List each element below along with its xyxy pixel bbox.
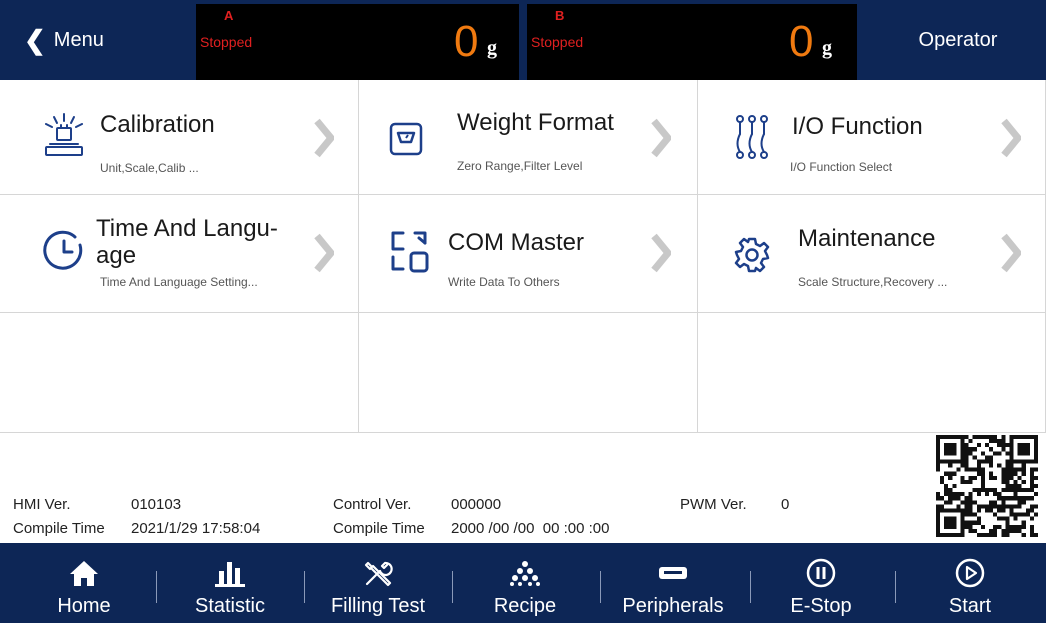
com-master-title: COM Master [448, 229, 585, 256]
calibration-weight-icon [45, 113, 83, 156]
nav-peripherals-label: Peripherals [622, 595, 724, 617]
hmi-compile-label: Compile Time [13, 520, 105, 537]
scale-a-panel: A Stopped 0 g [196, 4, 519, 80]
weight-format-title: Weight Format [457, 109, 614, 136]
com-master-tile[interactable]: COM Master Write Data To Others [359, 195, 698, 313]
time-and-language-title-line1: Time And Langu- [96, 215, 278, 242]
nav-divider [895, 571, 896, 603]
calibration-subtitle: Unit,Scale,Calib ... [100, 161, 199, 175]
nav-divider [600, 571, 601, 603]
io-function-subtitle: I/O Function Select [790, 160, 893, 174]
control-version-label: Control Ver. [333, 496, 412, 513]
chevron-left-icon: ❮ [24, 25, 46, 55]
nav-divider [452, 571, 453, 603]
chevron-right-icon [1001, 233, 1021, 273]
tools-icon [364, 561, 393, 587]
scale-b-status: Stopped [531, 34, 584, 50]
time-and-language-title-line2: age [96, 242, 137, 269]
pwm-version-value: 0 [781, 496, 790, 513]
nav-recipe-button[interactable]: Recipe [480, 543, 570, 623]
nav-divider [750, 571, 751, 603]
nav-e-stop-button[interactable]: E-Stop [780, 543, 862, 623]
com-master-subtitle: Write Data To Others [448, 275, 560, 289]
nav-filling-test-button[interactable]: Filling Test [318, 543, 438, 623]
nav-start-label: Start [948, 595, 992, 617]
nav-peripherals-button[interactable]: Peripherals [612, 543, 734, 623]
bottom-nav: Home Statistic Filling Test Recipe Perip… [0, 543, 1046, 623]
operator-button[interactable]: Operator [870, 0, 1046, 80]
chevron-right-icon [314, 233, 334, 273]
chevron-right-icon [651, 118, 671, 158]
weight-format-subtitle: Zero Range,Filter Level [457, 159, 583, 173]
home-icon [70, 561, 98, 586]
time-and-language-subtitle: Time And Language Setting... [100, 275, 258, 289]
io-function-tile[interactable]: I/O Function I/O Function Select [698, 80, 1046, 195]
scale-a-weight: 0 [454, 17, 479, 66]
top-bar: ❮ Menu A Stopped 0 g B Stopped 0 g Opera… [0, 0, 1046, 80]
io-function-icon [736, 115, 768, 159]
maintenance-title: Maintenance [798, 225, 936, 252]
pause-circle-icon [806, 558, 836, 588]
nav-divider [304, 571, 305, 603]
scale-a-status: Stopped [200, 34, 253, 50]
chevron-right-icon [1001, 118, 1021, 158]
scale-a-letter: A [224, 8, 234, 23]
scale-a-unit: g [487, 37, 497, 59]
pwm-version-label: PWM Ver. [680, 496, 747, 513]
version-info: HMI Ver. 010103 Compile Time 2021/1/29 1… [0, 433, 1046, 543]
nav-divider [156, 571, 157, 603]
play-circle-icon [955, 558, 985, 588]
recipe-dots-icon [510, 561, 540, 586]
weight-format-tile[interactable]: Weight Format Zero Range,Filter Level [359, 80, 698, 195]
clock-icon [43, 230, 83, 270]
bar-chart-icon [215, 562, 245, 587]
calibration-tile[interactable]: Calibration Unit,Scale,Calib ... [0, 80, 359, 195]
control-version-value: 000000 [451, 496, 502, 513]
peripheral-device-icon [659, 567, 687, 579]
menu-button[interactable]: ❮ Menu [10, 0, 190, 80]
calibration-title: Calibration [100, 111, 215, 138]
nav-start-button[interactable]: Start [930, 543, 1010, 623]
scale-format-icon [389, 122, 423, 156]
com-master-icon [391, 231, 429, 273]
scale-b-unit: g [822, 37, 832, 59]
chevron-right-icon [651, 233, 671, 273]
hmi-compile-value: 2021/1/29 17:58:04 [131, 520, 261, 537]
nav-home-label: Home [57, 595, 111, 617]
menu-label: Menu [53, 28, 104, 51]
control-compile-label: Compile Time [333, 520, 425, 537]
maintenance-subtitle: Scale Structure,Recovery ... [798, 275, 948, 289]
nav-home-button[interactable]: Home [44, 543, 124, 623]
qr-code [936, 435, 1038, 537]
nav-filling-test-label: Filling Test [330, 595, 426, 617]
hmi-version-label: HMI Ver. [13, 496, 71, 513]
hmi-version-value: 010103 [131, 496, 182, 513]
maintenance-tile[interactable]: Maintenance Scale Structure,Recovery ... [698, 195, 1046, 313]
empty-tile [698, 313, 1046, 433]
empty-tile [0, 313, 359, 433]
scale-b-letter: B [555, 8, 565, 23]
settings-grid: Calibration Unit,Scale,Calib ... Weight … [0, 80, 1046, 433]
nav-statistic-label: Statistic [194, 595, 266, 617]
io-function-title: I/O Function [792, 113, 923, 140]
empty-tile [359, 313, 698, 433]
time-and-language-tile[interactable]: Time And Langu- age Time And Language Se… [0, 195, 359, 313]
gear-icon [734, 237, 770, 273]
chevron-right-icon [314, 118, 334, 158]
nav-recipe-label: Recipe [493, 595, 557, 617]
nav-statistic-button[interactable]: Statistic [180, 543, 280, 623]
nav-e-stop-label: E-Stop [790, 595, 852, 617]
scale-b-weight: 0 [789, 17, 814, 66]
control-compile-value: 2000 /00 /00 00 :00 :00 [451, 520, 610, 537]
scale-b-panel: B Stopped 0 g [527, 4, 857, 80]
